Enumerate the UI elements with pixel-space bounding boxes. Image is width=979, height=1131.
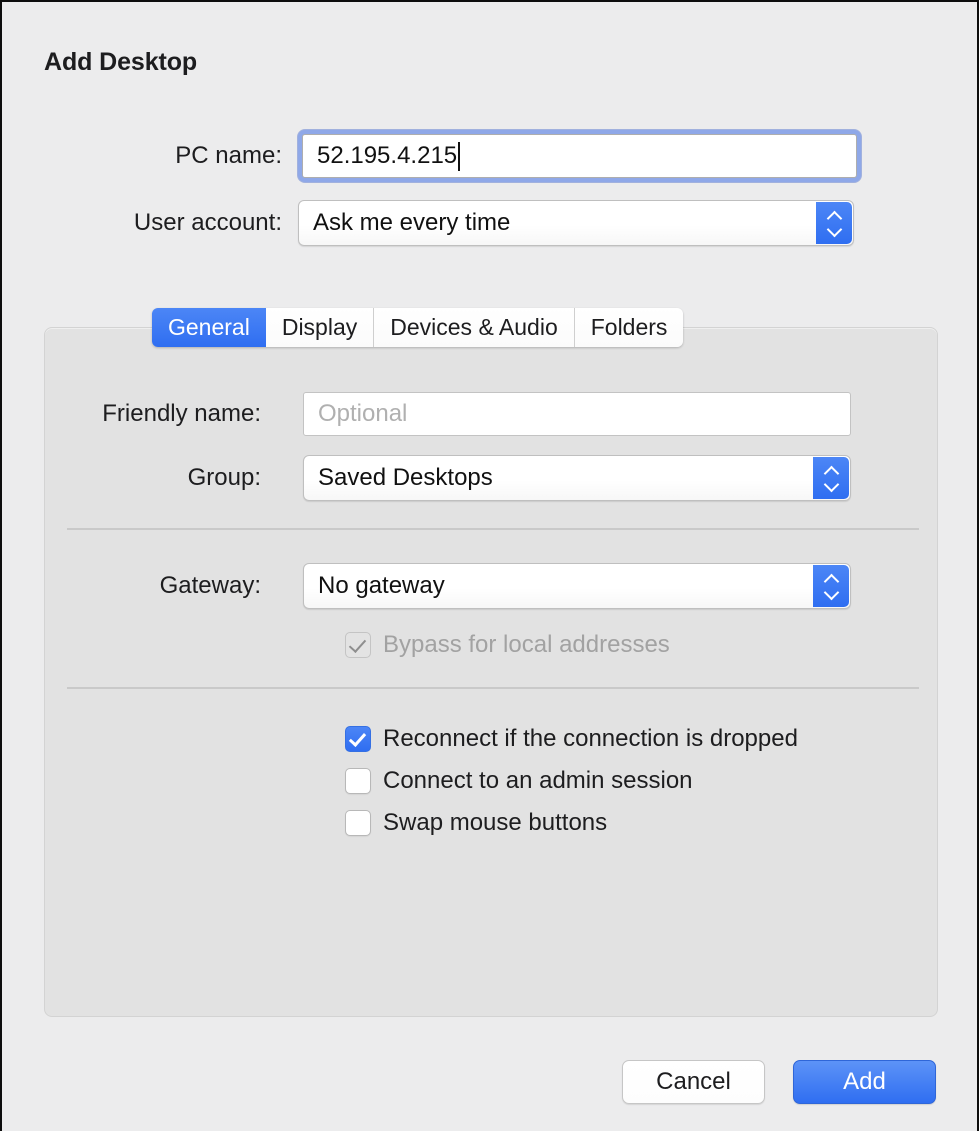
- chevron-up-icon: [824, 575, 839, 584]
- swap-mouse-buttons-label: Swap mouse buttons: [383, 809, 608, 836]
- group-row: Group: Saved Desktops: [45, 455, 905, 501]
- tab-general[interactable]: General: [152, 308, 266, 347]
- gateway-value: No gateway: [318, 572, 445, 599]
- chevron-down-icon: [824, 480, 839, 489]
- chevron-down-icon: [827, 225, 842, 234]
- checkmark-icon: [348, 635, 367, 653]
- user-account-select[interactable]: Ask me every time: [298, 200, 854, 246]
- gateway-label: Gateway:: [159, 572, 261, 599]
- reconnect-label: Reconnect if the connection is dropped: [383, 725, 798, 752]
- reconnect-checkbox[interactable]: Reconnect if the connection is dropped: [345, 725, 798, 753]
- add-button[interactable]: Add: [793, 1060, 936, 1104]
- friendly-name-placeholder: Optional: [318, 400, 408, 427]
- group-select[interactable]: Saved Desktops: [303, 455, 851, 501]
- checkbox-box[interactable]: [345, 726, 371, 752]
- user-account-row: User account: Ask me every time: [2, 200, 902, 246]
- cancel-button[interactable]: Cancel: [622, 1060, 765, 1104]
- pc-name-focus-ring: 52.195.4.215: [298, 130, 861, 182]
- bypass-local-addresses-label: Bypass for local addresses: [383, 631, 670, 658]
- group-label: Group:: [187, 464, 261, 491]
- chevron-up-icon: [824, 467, 839, 476]
- user-account-label: User account:: [133, 209, 282, 236]
- checkbox-box[interactable]: [345, 810, 371, 836]
- group-value: Saved Desktops: [318, 464, 493, 491]
- user-account-value: Ask me every time: [313, 209, 511, 236]
- chevron-up-icon: [827, 212, 842, 221]
- chevron-up-down-icon[interactable]: [816, 202, 852, 244]
- swap-mouse-buttons-checkbox[interactable]: Swap mouse buttons: [345, 809, 607, 837]
- checkbox-box: [345, 632, 371, 658]
- chevron-down-icon: [824, 588, 839, 597]
- add-desktop-dialog: Add Desktop PC name: 52.195.4.215 User a…: [0, 0, 979, 1131]
- gateway-select[interactable]: No gateway: [303, 563, 851, 609]
- pc-name-label: PC name:: [175, 142, 282, 169]
- tab-bar: General Display Devices & Audio Folders: [152, 308, 684, 347]
- page-title: Add Desktop: [44, 48, 198, 76]
- checkmark-icon: [348, 729, 367, 747]
- general-tab-panel: Friendly name: Optional Group: Saved Des…: [44, 327, 938, 1017]
- friendly-name-row: Friendly name: Optional: [45, 392, 905, 436]
- admin-session-label: Connect to an admin session: [383, 767, 693, 794]
- tab-devices-audio[interactable]: Devices & Audio: [374, 308, 575, 347]
- tab-folders[interactable]: Folders: [574, 308, 684, 347]
- pc-name-value: 52.195.4.215: [317, 142, 458, 169]
- separator: [67, 687, 919, 689]
- chevron-up-down-icon[interactable]: [813, 457, 849, 499]
- friendly-name-input[interactable]: Optional: [303, 392, 851, 436]
- pc-name-row: PC name: 52.195.4.215: [2, 130, 902, 182]
- friendly-name-label: Friendly name:: [102, 400, 261, 427]
- separator: [67, 528, 919, 530]
- bypass-local-addresses-checkbox: Bypass for local addresses: [345, 631, 670, 659]
- tab-display[interactable]: Display: [265, 308, 375, 347]
- text-caret: [458, 141, 461, 171]
- checkbox-box[interactable]: [345, 768, 371, 794]
- pc-name-input[interactable]: 52.195.4.215: [302, 134, 857, 178]
- dialog-footer: Cancel Add: [622, 1060, 936, 1104]
- chevron-up-down-icon[interactable]: [813, 565, 849, 607]
- gateway-row: Gateway: No gateway: [45, 563, 905, 609]
- admin-session-checkbox[interactable]: Connect to an admin session: [345, 767, 693, 795]
